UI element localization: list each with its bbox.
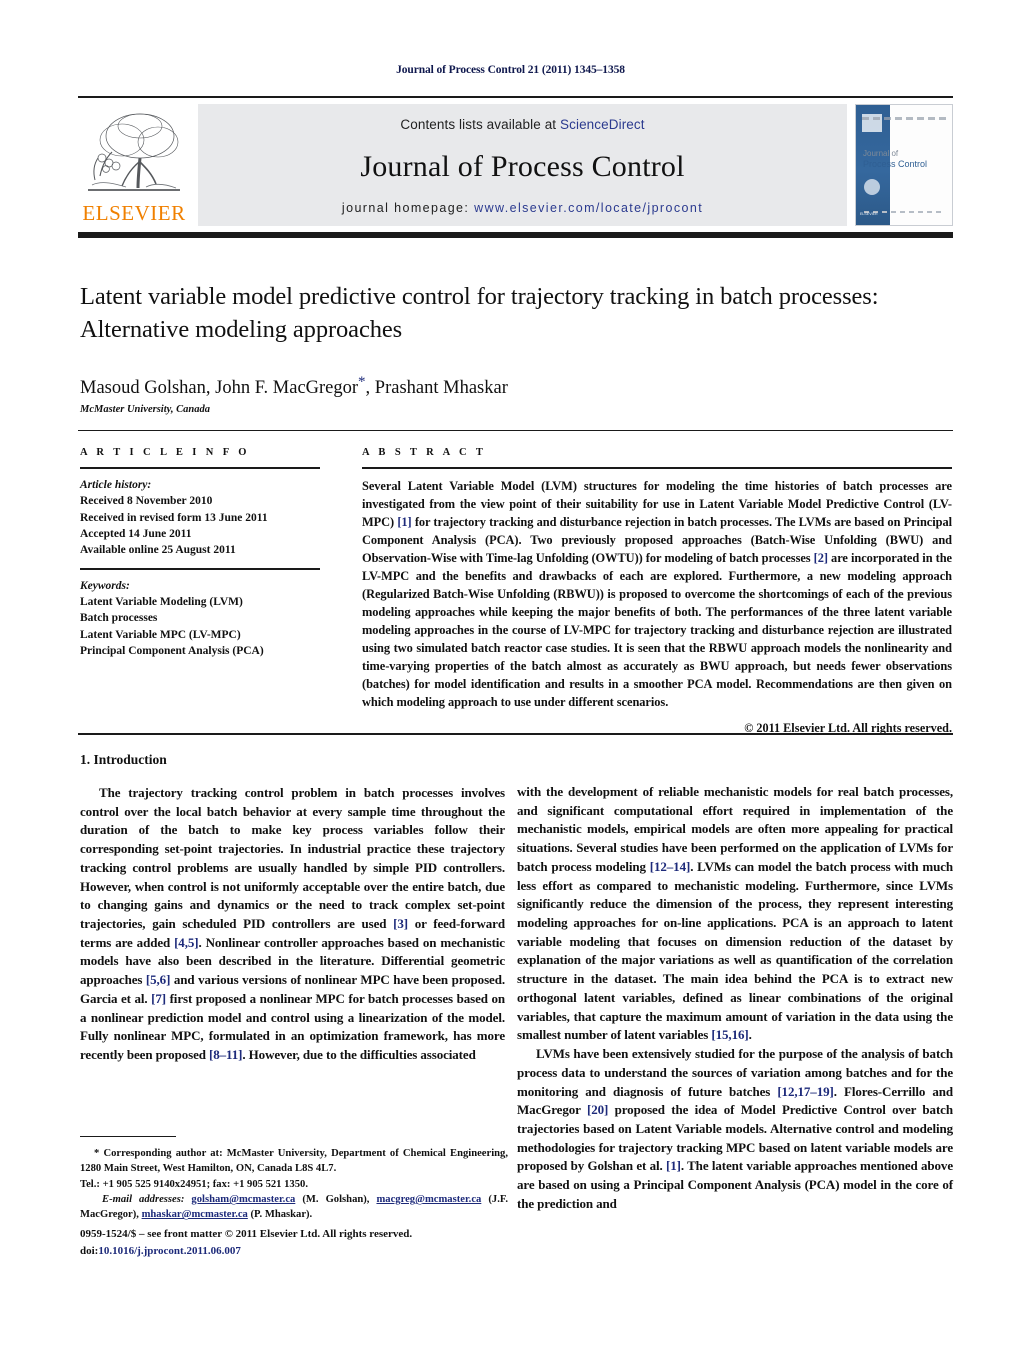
keywords-rule: [80, 567, 320, 570]
journal-masthead: ELSEVIER Contents lists available at Sci…: [78, 96, 953, 226]
homepage-prefix: journal homepage:: [341, 201, 475, 215]
journal-homepage-link[interactable]: www.elsevier.com/locate/jprocont: [474, 201, 703, 215]
journal-banner: Contents lists available at ScienceDirec…: [198, 104, 847, 226]
footnote-rule: [80, 1136, 176, 1137]
body-column-left: 1. Introduction The trajectory tracking …: [80, 752, 505, 1065]
email-link-golshan[interactable]: golsham@mcmaster.ca: [191, 1194, 295, 1205]
contents-list-line: Contents lists available at ScienceDirec…: [400, 117, 644, 132]
email-link-mhaskar[interactable]: mhaskar@mcmaster.ca: [142, 1209, 248, 1220]
abstract-part: are incorporated in the LV-MPC and the b…: [362, 550, 952, 709]
imprint-block: 0959-1524/$ – see front matter © 2011 El…: [80, 1226, 508, 1259]
cover-title-line1: Journal of: [863, 149, 899, 158]
info-section-bottom-rule: [78, 733, 953, 735]
article-history-block: Article history: Received 8 November 201…: [80, 477, 320, 559]
citation-ref[interactable]: [12–14]: [650, 859, 691, 874]
running-head: Journal of Process Control 21 (2011) 134…: [396, 64, 625, 76]
email-note: E-mail addresses: golsham@mcmaster.ca (M…: [80, 1192, 508, 1223]
masthead-bottom-bar: [78, 232, 953, 238]
citation-ref[interactable]: [2]: [814, 551, 828, 565]
citation-ref[interactable]: [5,6]: [146, 972, 171, 987]
doi-label: doi:: [80, 1244, 99, 1257]
corresponding-author-marker: *: [358, 374, 366, 390]
journal-cover-thumbnail: Journal of Process Control ELSEVIER: [855, 104, 953, 226]
text-run: .: [748, 1027, 752, 1043]
elsevier-tree-icon: [88, 113, 180, 191]
author-list: Masoud Golshan, John F. MacGregor*, Pras…: [80, 374, 940, 399]
page-title: Latent variable model predictive control…: [80, 283, 879, 343]
abstract-heading: A B S T R A C T: [362, 447, 487, 458]
footnote-text: Corresponding author at: McMaster Univer…: [80, 1148, 508, 1175]
elsevier-logo: ELSEVIER: [78, 104, 190, 226]
contents-prefix: Contents lists available at: [400, 117, 561, 132]
cover-publisher-label: ELSEVIER: [860, 212, 878, 217]
abstract-column: A B S T R A C T Several Latent Variable …: [362, 447, 952, 736]
elsevier-wordmark: ELSEVIER: [82, 201, 186, 225]
article-info-heading: A R T I C L E I N F O: [80, 447, 250, 458]
cover-title-text: Journal of Process Control: [863, 149, 947, 170]
keywords-block: Keywords: Latent Variable Modeling (LVM)…: [80, 578, 320, 660]
doi-link[interactable]: 10.1016/j.jprocont.2011.06.007: [98, 1245, 241, 1257]
keyword-item: Principal Component Analysis (PCA): [80, 644, 264, 657]
author-affiliation: McMaster University, Canada: [80, 404, 210, 415]
article-history-item: Received 8 November 2010: [80, 495, 213, 508]
article-history-item: Accepted 14 June 2011: [80, 527, 192, 540]
corresponding-author-note: * Corresponding author at: McMaster Univ…: [80, 1146, 508, 1177]
citation-ref[interactable]: [15,16]: [711, 1027, 748, 1042]
issn-copyright-line: 0959-1524/$ – see front matter © 2011 El…: [80, 1228, 413, 1240]
citation-ref[interactable]: [20]: [587, 1102, 608, 1117]
text-run: . However, due to the difficulties assoc…: [242, 1047, 476, 1063]
citation-ref[interactable]: [4,5]: [174, 935, 199, 950]
contact-phone-note: Tel.: +1 905 525 9140x24951; fax: +1 905…: [80, 1178, 308, 1190]
abstract-rule: [362, 467, 952, 469]
intro-paragraph-right-1: with the development of reliable mechani…: [517, 783, 953, 1045]
body-column-right: with the development of reliable mechani…: [517, 783, 953, 1214]
email-owner: (P. Mhaskar).: [247, 1209, 313, 1221]
email-addresses-label: E-mail addresses:: [102, 1194, 185, 1206]
citation-ref[interactable]: [12,17–19]: [777, 1084, 834, 1099]
keyword-item: Batch processes: [80, 612, 158, 625]
info-section-top-rule: [78, 430, 953, 431]
journal-article-page: Journal of Process Control 21 (2011) 134…: [0, 0, 1021, 1351]
journal-title: Journal of Process Control: [360, 149, 685, 183]
sciencedirect-link[interactable]: ScienceDirect: [560, 117, 645, 132]
citation-ref[interactable]: [3]: [393, 916, 408, 931]
article-info-column: A R T I C L E I N F O Article history: R…: [80, 447, 320, 659]
email-owner: (M. Golshan),: [295, 1194, 377, 1206]
article-info-rule: [80, 467, 320, 469]
intro-paragraph-right-2: LVMs have been extensively studied for t…: [517, 1045, 953, 1213]
authors-head: Masoud Golshan, John F. MacGregor: [80, 378, 359, 399]
text-run: The trajectory tracking control problem …: [80, 785, 505, 932]
citation-ref[interactable]: [1]: [666, 1158, 681, 1173]
doi-line: doi:10.1016/j.jprocont.2011.06.007: [80, 1243, 508, 1260]
citation-ref[interactable]: [1]: [397, 515, 411, 529]
keywords-label: Keywords:: [80, 579, 130, 592]
section-heading-introduction: 1. Introduction: [80, 752, 167, 767]
cover-title-line2: Process Control: [863, 159, 928, 169]
keyword-item: Latent Variable Modeling (LVM): [80, 595, 243, 608]
keyword-item: Latent Variable MPC (LV-MPC): [80, 628, 241, 641]
journal-homepage-line: journal homepage: www.elsevier.com/locat…: [342, 201, 703, 215]
text-run: . LVMs can model the batch process with …: [517, 858, 953, 1043]
article-history-item: Received in revised form 13 June 2011: [80, 511, 268, 524]
citation-ref[interactable]: [8–11]: [209, 1047, 242, 1062]
article-history-item: Available online 25 August 2011: [80, 544, 236, 557]
cover-top-rule: [862, 117, 946, 120]
article-history-label: Article history:: [80, 479, 152, 491]
intro-paragraph-left: The trajectory tracking control problem …: [80, 784, 505, 1065]
cover-seal-icon: [864, 179, 880, 195]
abstract-text: Several Latent Variable Model (LVM) stru…: [362, 478, 952, 712]
citation-ref[interactable]: [7]: [151, 991, 166, 1006]
footnote-block: * Corresponding author at: McMaster Univ…: [80, 1146, 508, 1223]
email-link-macgregor[interactable]: macgreg@mcmaster.ca: [376, 1194, 481, 1205]
authors-tail: , Prashant Mhaskar: [365, 378, 508, 399]
